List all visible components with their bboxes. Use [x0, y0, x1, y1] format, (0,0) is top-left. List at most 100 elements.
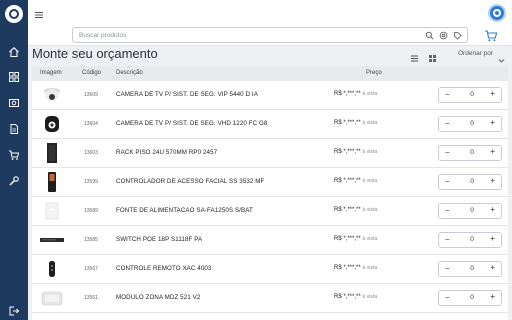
table-row[interactable]: 13585 SWITCH POE 18P S1118F PA R$ *,***,…	[32, 226, 508, 255]
user-avatar-icon[interactable]	[488, 4, 506, 22]
tag-icon[interactable]	[453, 31, 462, 40]
table-row[interactable]: 13604 CAMERA DE TV P/ SIST. DE SEG. VHD …	[32, 110, 508, 139]
wrench-icon[interactable]	[8, 175, 20, 187]
sort-dropdown[interactable]: Ordenar por	[458, 50, 493, 57]
table-row[interactable]: 13589 FONTE DE ALIMENTACAO SA-FA1250S S/…	[32, 197, 508, 226]
table-row[interactable]: 13561 MODULO ZONA MDZ 521 V2 R$ *,***,**…	[32, 284, 508, 313]
plus-button[interactable]: +	[490, 176, 495, 185]
quantity-stepper: − 0 +	[438, 174, 502, 190]
product-code: 13609	[84, 92, 98, 98]
product-price: R$ *,***,** à vista	[334, 149, 377, 155]
grid-view-icon[interactable]	[428, 50, 437, 62]
price-value: R$ *,***,**	[334, 91, 361, 97]
logout-icon[interactable]	[8, 305, 20, 317]
price-note: à vista	[362, 120, 378, 126]
hamburger-icon[interactable]	[34, 7, 44, 18]
product-image	[40, 200, 64, 222]
price-note: à vista	[362, 178, 378, 184]
product-price: R$ *,***,** à vista	[334, 91, 377, 97]
logo-icon[interactable]	[5, 5, 23, 23]
page-title: Monte seu orçamento	[32, 46, 158, 61]
plus-button[interactable]: +	[490, 89, 495, 98]
price-value: R$ *,***,**	[334, 236, 361, 242]
quantity-stepper: − 0 +	[438, 261, 502, 277]
product-code: 13604	[84, 121, 98, 127]
product-table: Imagem Código Descrição Preço 13609 CAME…	[32, 66, 508, 320]
document-icon[interactable]	[8, 123, 20, 135]
table-row[interactable]: 13599 CONTROLADOR DE ACESSO FACIAL SS 35…	[32, 168, 508, 197]
quantity-value[interactable]: 0	[467, 120, 477, 127]
plus-button[interactable]: +	[490, 292, 495, 301]
chevron-down-icon[interactable]	[498, 51, 505, 63]
search-icon[interactable]	[425, 31, 434, 40]
product-description[interactable]: FONTE DE ALIMENTACAO SA-FA1250S S/BAT	[116, 207, 253, 214]
cart-icon[interactable]	[484, 29, 498, 42]
product-image	[40, 84, 64, 106]
quantity-value[interactable]: 0	[467, 149, 477, 156]
quantity-value[interactable]: 0	[467, 178, 477, 185]
quantity-value[interactable]: 0	[467, 91, 477, 98]
cart-icon[interactable]	[8, 149, 20, 161]
product-description[interactable]: CONTROLE REMOTO XAC 4003	[116, 265, 211, 272]
minus-button[interactable]: −	[445, 293, 450, 302]
product-description[interactable]: RACK PISO 24U 570MM RP0 2457	[116, 149, 217, 156]
search-bar	[28, 26, 512, 46]
price-note: à vista	[362, 149, 378, 155]
column-header-image: Imagem	[40, 70, 62, 76]
product-description[interactable]: CAMERA DE TV P/ SIST. DE SEG. VIP 5440 D…	[116, 91, 258, 98]
price-value: R$ *,***,**	[334, 178, 361, 184]
at-icon[interactable]	[439, 31, 448, 40]
product-description[interactable]: MODULO ZONA MDZ 521 V2	[116, 294, 200, 301]
product-description[interactable]: SWITCH POE 18P S1118F PA	[116, 236, 202, 243]
price-value: R$ *,***,**	[334, 294, 361, 300]
grid-icon[interactable]	[8, 71, 20, 83]
list-view-icon[interactable]	[410, 50, 419, 62]
price-value: R$ *,***,**	[334, 265, 361, 271]
product-price: R$ *,***,** à vista	[334, 120, 377, 126]
product-image	[40, 258, 64, 280]
table-row[interactable]: 13567 CONTROLE REMOTO XAC 4003 R$ *,***,…	[32, 255, 508, 284]
sidebar	[0, 0, 28, 320]
minus-button[interactable]: −	[445, 177, 450, 186]
table-row[interactable]: 13609 CAMERA DE TV P/ SIST. DE SEG. VIP …	[32, 81, 508, 110]
home-icon[interactable]	[8, 46, 20, 58]
product-price: R$ *,***,** à vista	[334, 207, 377, 213]
minus-button[interactable]: −	[445, 148, 450, 157]
minus-button[interactable]: −	[445, 90, 450, 99]
plus-button[interactable]: +	[490, 147, 495, 156]
minus-button[interactable]: −	[445, 264, 450, 273]
quantity-value[interactable]: 0	[467, 265, 477, 272]
product-code: 13561	[84, 295, 98, 301]
plus-button[interactable]: +	[490, 205, 495, 214]
product-description[interactable]: CONTROLADOR DE ACESSO FACIAL SS 3532 MF	[116, 178, 264, 185]
product-image	[40, 142, 64, 164]
plus-button[interactable]: +	[490, 263, 495, 272]
product-image	[40, 287, 64, 309]
plus-button[interactable]: +	[490, 118, 495, 127]
minus-button[interactable]: −	[445, 119, 450, 128]
price-value: R$ *,***,**	[334, 207, 361, 213]
product-code: 13599	[84, 179, 98, 185]
column-header-description: Descrição	[116, 70, 143, 76]
product-code: 13567	[84, 266, 98, 272]
quantity-stepper: − 0 +	[438, 145, 502, 161]
quantity-stepper: − 0 +	[438, 290, 502, 306]
plus-button[interactable]: +	[490, 234, 495, 243]
price-value: R$ *,***,**	[334, 149, 361, 155]
quantity-value[interactable]: 0	[467, 294, 477, 301]
minus-button[interactable]: −	[445, 235, 450, 244]
quantity-value[interactable]: 0	[467, 236, 477, 243]
camera-icon[interactable]	[8, 97, 20, 109]
top-bar	[28, 0, 512, 26]
table-row[interactable]: 13603 RACK PISO 24U 570MM RP0 2457 R$ *,…	[32, 139, 508, 168]
product-image	[40, 113, 64, 135]
price-note: à vista	[362, 91, 378, 97]
column-header-code: Código	[82, 70, 102, 76]
product-price: R$ *,***,** à vista	[334, 236, 377, 242]
quantity-value[interactable]: 0	[467, 207, 477, 214]
product-description[interactable]: CAMERA DE TV P/ SIST. DE SEG. VHD 1220 F…	[116, 120, 267, 127]
minus-button[interactable]: −	[445, 206, 450, 215]
search-input[interactable]	[79, 30, 399, 41]
quantity-stepper: − 0 +	[438, 203, 502, 219]
quantity-stepper: − 0 +	[438, 232, 502, 248]
